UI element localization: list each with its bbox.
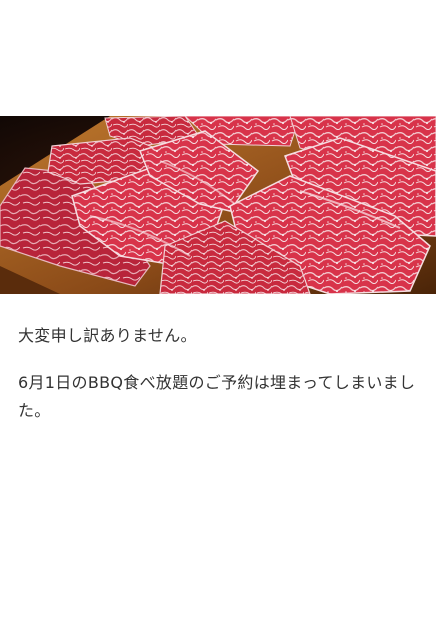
beef-photo-icon — [0, 116, 436, 294]
reservation-full-notice: 6月1日のBBQ食べ放題のご予約は埋まってしまいました。 — [18, 373, 416, 420]
apology-text: 大変申し訳ありません。 — [18, 326, 197, 345]
hero-image-wagyu-beef — [0, 116, 436, 294]
message-body: 大変申し訳ありません。 6月1日のBBQ食べ放題のご予約は埋まってしまいました。 — [18, 322, 418, 425]
